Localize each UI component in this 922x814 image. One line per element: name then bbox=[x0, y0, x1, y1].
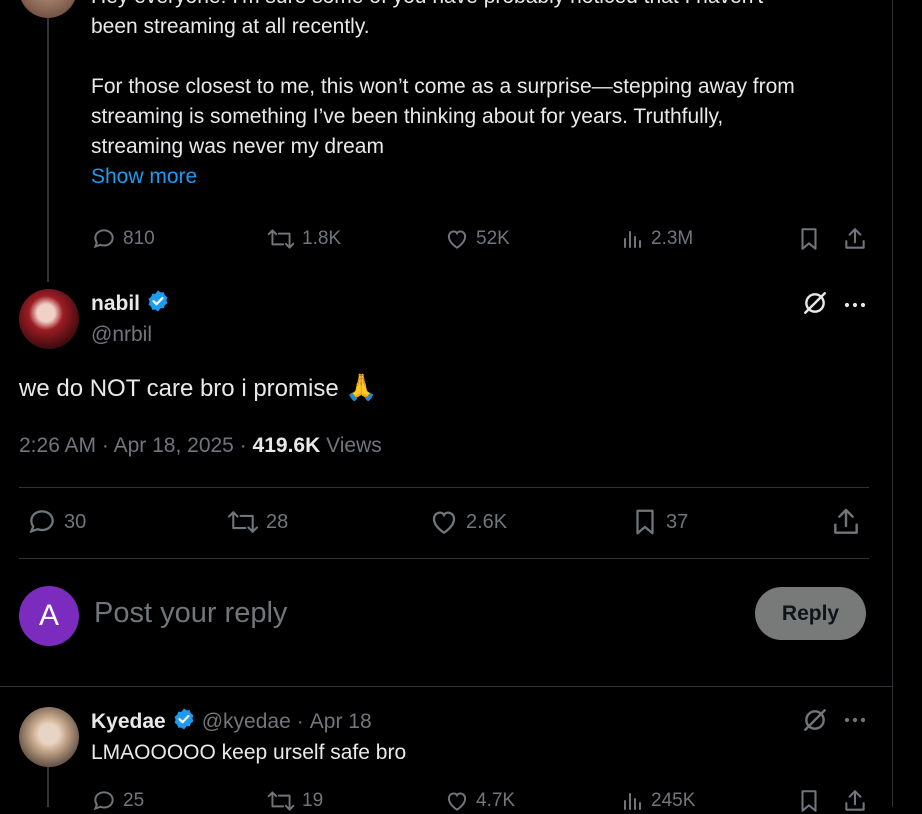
main-post-body: we do NOT care bro i promise bbox=[19, 375, 339, 402]
thread-line bbox=[47, 0, 49, 282]
post-metadata: 2:26 AM · Apr 18, 2025 · 419.6K Views bbox=[19, 434, 382, 458]
analytics-icon bbox=[621, 226, 645, 252]
divider bbox=[19, 558, 869, 559]
top-reply-count: 810 bbox=[123, 228, 155, 249]
top-repost-count: 1.8K bbox=[302, 228, 342, 249]
main-bookmark-action[interactable]: 37 bbox=[630, 506, 688, 538]
avatar-top-post[interactable] bbox=[19, 0, 77, 18]
post-date[interactable]: Apr 18, 2025 bbox=[114, 434, 234, 457]
share-icon bbox=[842, 788, 868, 814]
reply-date[interactable]: Apr 18 bbox=[310, 710, 372, 734]
main-repost-action[interactable]: 28 bbox=[226, 506, 288, 538]
views-count: 419.6K bbox=[252, 434, 321, 457]
reply-views-action[interactable]: 245K bbox=[621, 788, 695, 814]
meta-separator: · bbox=[239, 434, 247, 457]
timeline-column: Hey everyone! I'm sure some of you have … bbox=[0, 0, 892, 812]
reply-reply-count: 25 bbox=[123, 790, 145, 811]
main-like-count: 2.6K bbox=[466, 510, 508, 533]
top-bookmark-action[interactable] bbox=[796, 226, 822, 252]
column-border bbox=[892, 0, 893, 807]
heart-icon bbox=[428, 506, 460, 538]
reply-author-name[interactable]: Kyedae bbox=[91, 710, 166, 734]
top-share-action[interactable] bbox=[842, 226, 868, 252]
repost-icon bbox=[266, 788, 296, 814]
divider bbox=[0, 686, 892, 687]
reply-like-action[interactable]: 4.7K bbox=[444, 788, 515, 814]
reply-icon bbox=[91, 226, 117, 252]
user-avatar[interactable]: A bbox=[19, 586, 79, 646]
top-like-action[interactable]: 52K bbox=[444, 226, 510, 252]
top-repost-action[interactable]: 1.8K bbox=[266, 226, 341, 252]
top-reply-action[interactable]: 810 bbox=[91, 226, 155, 252]
grok-icon[interactable] bbox=[802, 290, 828, 321]
reply-repost-count: 19 bbox=[302, 790, 324, 811]
top-post-text: Hey everyone! I'm sure some of you have … bbox=[91, 0, 881, 192]
top-post-line-2: For those closest to me, this won’t come… bbox=[91, 75, 795, 98]
show-more-link[interactable]: Show more bbox=[91, 162, 881, 192]
reply-author-handle[interactable]: @kyedae bbox=[202, 710, 291, 734]
reply-bookmark-action[interactable] bbox=[796, 788, 822, 814]
author-name[interactable]: nabil bbox=[91, 292, 140, 316]
avatar-kyedae[interactable] bbox=[19, 707, 79, 767]
author-handle[interactable]: @nrbil bbox=[91, 323, 170, 347]
main-post-author: nabil @nrbil bbox=[91, 289, 170, 347]
main-post-text: we do NOT care bro i promise 🙏 bbox=[19, 372, 378, 403]
main-like-action[interactable]: 2.6K bbox=[428, 506, 507, 538]
main-bookmark-count: 37 bbox=[666, 510, 689, 533]
reply-button-label: Reply bbox=[781, 601, 840, 625]
reply-reply-action[interactable]: 25 bbox=[91, 788, 144, 814]
meta-separator: · bbox=[101, 434, 109, 457]
post-time[interactable]: 2:26 AM bbox=[19, 434, 96, 457]
bookmark-icon bbox=[796, 788, 822, 814]
verified-badge-icon[interactable] bbox=[172, 707, 196, 736]
analytics-icon bbox=[621, 788, 645, 814]
views-label: Views bbox=[326, 434, 382, 457]
heart-icon bbox=[444, 788, 470, 814]
divider bbox=[19, 487, 869, 488]
meta-separator: · bbox=[296, 709, 304, 733]
reply-views-count: 245K bbox=[651, 790, 696, 811]
share-icon bbox=[842, 226, 868, 252]
reply-repost-action[interactable]: 19 bbox=[266, 788, 323, 814]
top-views-action[interactable]: 2.3M bbox=[621, 226, 693, 252]
more-options-icon[interactable] bbox=[843, 711, 867, 734]
praying-hands-emoji: 🙏 bbox=[345, 372, 378, 402]
share-icon bbox=[830, 506, 862, 538]
top-post-line-4: streaming was never my dream bbox=[91, 135, 384, 158]
repost-icon bbox=[226, 506, 260, 538]
top-post-line-0: Hey everyone! I'm sure some of you have … bbox=[91, 0, 881, 12]
heart-icon bbox=[444, 226, 470, 252]
repost-icon bbox=[266, 226, 296, 252]
reply-post-header: Kyedae @kyedae · Apr 18 bbox=[91, 707, 372, 736]
more-options-icon[interactable] bbox=[843, 294, 867, 320]
reply-input[interactable]: Post your reply bbox=[94, 597, 694, 630]
thread-line bbox=[47, 766, 49, 807]
grok-icon[interactable] bbox=[802, 707, 828, 738]
main-reply-action[interactable]: 30 bbox=[26, 506, 86, 538]
bookmark-icon bbox=[630, 506, 660, 538]
reply-icon bbox=[91, 788, 117, 814]
main-repost-count: 28 bbox=[266, 510, 289, 533]
reply-like-count: 4.7K bbox=[476, 790, 516, 811]
main-share-action[interactable] bbox=[830, 506, 862, 538]
bookmark-icon bbox=[796, 226, 822, 252]
main-reply-count: 30 bbox=[64, 510, 87, 533]
user-avatar-letter: A bbox=[38, 599, 59, 632]
top-views-count: 2.3M bbox=[651, 228, 694, 249]
top-like-count: 52K bbox=[476, 228, 510, 249]
top-post-line-1: been streaming at all recently. bbox=[91, 15, 370, 38]
reply-share-action[interactable] bbox=[842, 788, 868, 814]
avatar-nabil[interactable] bbox=[19, 289, 79, 349]
top-post-line-3: streaming is something I’ve been thinkin… bbox=[91, 105, 724, 128]
verified-badge-icon[interactable] bbox=[146, 289, 170, 318]
reply-post-text: LMAOOOOO keep urself safe bro bbox=[91, 741, 407, 764]
reply-icon bbox=[26, 506, 58, 538]
reply-button[interactable]: Reply bbox=[755, 587, 866, 640]
